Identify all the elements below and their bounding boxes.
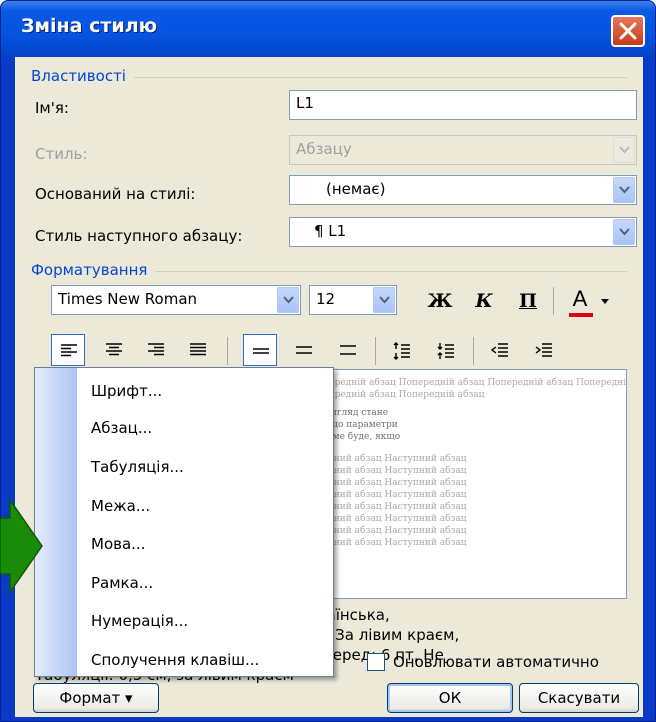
- next-style-select[interactable]: ¶ L1: [289, 217, 637, 247]
- based-on-label: Оснований на стилі:: [35, 185, 196, 203]
- align-left-icon: [61, 344, 77, 357]
- toolbar-separator: [473, 337, 474, 365]
- format-button[interactable]: Формат ▾: [33, 683, 159, 713]
- cancel-button[interactable]: Скасувати: [519, 683, 639, 713]
- chevron-down-icon: [283, 296, 294, 304]
- style-label: Стиль:: [35, 145, 88, 163]
- font-color-dropdown-icon[interactable]: [601, 299, 609, 304]
- style-type-value: Абзацу: [296, 140, 352, 158]
- title-bar[interactable]: Зміна стилю: [1, 1, 655, 57]
- chevron-down-icon: [619, 186, 630, 194]
- space-before-increase-button[interactable]: [385, 334, 419, 366]
- align-right-button[interactable]: [139, 334, 173, 366]
- menu-item-font[interactable]: Шрифт...: [91, 382, 162, 400]
- style-type-select: Абзацу: [289, 135, 637, 165]
- menu-item-border[interactable]: Межа...: [91, 497, 150, 515]
- menu-item-numbering[interactable]: Нумерація...: [91, 612, 188, 630]
- font-size-value: 12: [316, 290, 336, 308]
- paragraph-spacing-increase-icon: [393, 342, 410, 360]
- align-justify-button[interactable]: [181, 334, 215, 366]
- font-name-dropdown-button[interactable]: [277, 287, 299, 313]
- close-icon: [619, 22, 637, 40]
- name-input[interactable]: L1: [289, 90, 637, 120]
- ok-button[interactable]: ОК: [387, 683, 513, 713]
- properties-group-label: Властивості: [31, 67, 134, 85]
- style-type-dropdown-button: [613, 137, 635, 163]
- line-spacing-double-button[interactable]: [331, 334, 365, 366]
- menu-item-language[interactable]: Мова...: [91, 535, 145, 553]
- next-style-label: Стиль наступного абзацу:: [35, 227, 243, 245]
- menu-item-tabs[interactable]: Табуляція...: [91, 458, 184, 476]
- based-on-value: (немає): [326, 180, 386, 198]
- toolbar-separator: [227, 337, 228, 365]
- align-center-icon: [106, 343, 122, 356]
- increase-indent-icon: [535, 343, 552, 357]
- auto-update-label[interactable]: Оновлювати автоматично: [393, 653, 599, 671]
- align-left-button[interactable]: [51, 334, 85, 366]
- chevron-down-icon: [619, 228, 630, 236]
- italic-button[interactable]: К: [467, 285, 501, 317]
- font-size-select[interactable]: 12: [309, 285, 397, 315]
- line-spacing-single-icon: [253, 348, 269, 354]
- based-on-dropdown-button[interactable]: [613, 177, 635, 203]
- font-color-button[interactable]: A: [563, 283, 597, 315]
- auto-update-checkbox[interactable]: [367, 653, 385, 671]
- font-name-value: Times New Roman: [58, 290, 198, 308]
- line-spacing-onehalf-icon: [296, 346, 312, 354]
- chevron-down-icon: [379, 296, 390, 304]
- font-color-bar: [569, 313, 593, 317]
- green-arrow-icon: [0, 497, 43, 595]
- align-right-icon: [148, 343, 164, 356]
- next-style-value: ¶ L1: [314, 222, 347, 240]
- align-justify-icon: [190, 343, 206, 356]
- based-on-select[interactable]: (немає): [289, 175, 637, 205]
- paragraph-spacing-decrease-icon: [437, 343, 454, 359]
- decrease-indent-button[interactable]: [483, 334, 517, 366]
- bold-button[interactable]: Ж: [423, 285, 457, 317]
- name-label: Ім'я:: [35, 99, 69, 117]
- toolbar-separator: [553, 287, 554, 315]
- decrease-indent-icon: [491, 343, 508, 357]
- menu-item-shortcut-key[interactable]: Сполучення клавіш...: [91, 651, 259, 669]
- font-color-letter: A: [572, 286, 588, 311]
- space-before-decrease-button[interactable]: [429, 334, 463, 366]
- line-spacing-single-button[interactable]: [243, 334, 277, 366]
- align-center-button[interactable]: [97, 334, 131, 366]
- format-menu: Шрифт... Абзац... Табуляція... Межа... М…: [34, 367, 334, 677]
- font-size-dropdown-button[interactable]: [373, 287, 395, 313]
- menu-item-paragraph[interactable]: Абзац...: [91, 419, 152, 437]
- window-title: Зміна стилю: [21, 15, 158, 37]
- toolbar-separator: [375, 337, 376, 365]
- next-style-dropdown-button[interactable]: [613, 219, 635, 245]
- font-name-select[interactable]: Times New Roman: [51, 285, 301, 315]
- line-spacing-double-icon: [340, 345, 356, 355]
- close-button[interactable]: [611, 15, 645, 47]
- increase-indent-button[interactable]: [527, 334, 561, 366]
- chevron-down-icon: [619, 146, 630, 154]
- line-spacing-onehalf-button[interactable]: [287, 334, 321, 366]
- underline-button[interactable]: П: [511, 285, 545, 317]
- menu-item-frame[interactable]: Рамка...: [91, 574, 153, 592]
- formatting-group-label: Форматування: [31, 261, 156, 279]
